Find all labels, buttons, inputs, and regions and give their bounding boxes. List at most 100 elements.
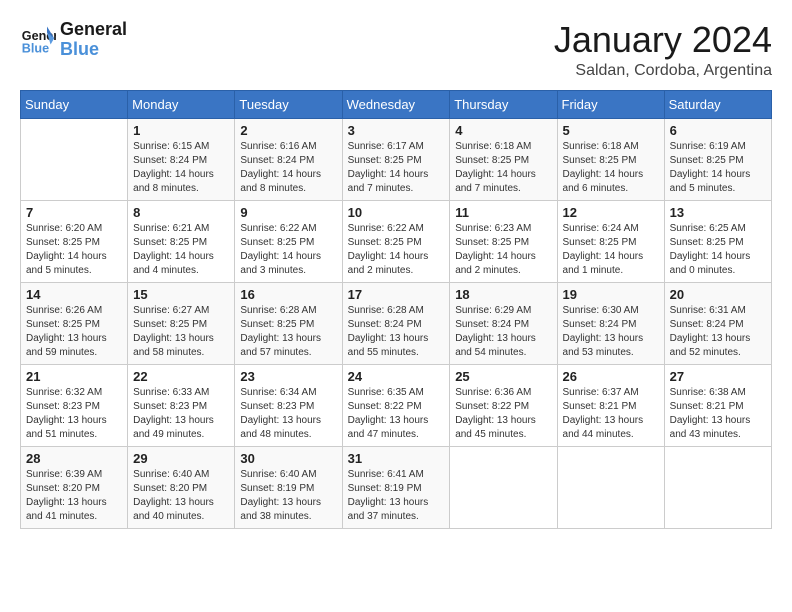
day-info: Sunrise: 6:21 AM Sunset: 8:25 PM Dayligh…	[133, 222, 229, 278]
day-info: Sunrise: 6:33 AM Sunset: 8:23 PM Dayligh…	[133, 386, 229, 442]
day-number: 31	[348, 451, 445, 466]
logo-line1: General	[60, 20, 127, 40]
day-number: 1	[133, 123, 229, 138]
day-info: Sunrise: 6:15 AM Sunset: 8:24 PM Dayligh…	[133, 140, 229, 196]
calendar-cell: 14 Sunrise: 6:26 AM Sunset: 8:25 PM Dayli…	[21, 282, 128, 364]
day-number: 3	[348, 123, 445, 138]
day-info: Sunrise: 6:40 AM Sunset: 8:20 PM Dayligh…	[133, 468, 229, 524]
day-number: 24	[348, 369, 445, 384]
location-subtitle: Saldan, Cordoba, Argentina	[554, 62, 772, 80]
day-header-saturday: Saturday	[664, 90, 771, 118]
calendar-week-3: 14 Sunrise: 6:26 AM Sunset: 8:25 PM Dayli…	[21, 282, 772, 364]
calendar-cell: 25Sunrise: 6:36 AM Sunset: 8:22 PM Dayli…	[450, 364, 557, 446]
calendar-cell: 23 Sunrise: 6:34 AM Sunset: 8:23 PM Dayli…	[235, 364, 342, 446]
calendar-cell: 10 Sunrise: 6:22 AM Sunset: 8:25 PM Dayli…	[342, 200, 450, 282]
day-number: 4	[455, 123, 551, 138]
day-info: Sunrise: 6:28 AM Sunset: 8:24 PM Dayligh…	[348, 304, 445, 360]
day-info: Sunrise: 6:39 AM Sunset: 8:20 PM Dayligh…	[26, 468, 122, 524]
calendar-cell: 8 Sunrise: 6:21 AM Sunset: 8:25 PM Daylig…	[128, 200, 235, 282]
calendar-cell: 9Sunrise: 6:22 AM Sunset: 8:25 PM Daylig…	[235, 200, 342, 282]
day-info: Sunrise: 6:24 AM Sunset: 8:25 PM Dayligh…	[563, 222, 659, 278]
day-number: 14	[26, 287, 122, 302]
day-info: Sunrise: 6:19 AM Sunset: 8:25 PM Dayligh…	[670, 140, 766, 196]
svg-text:Blue: Blue	[22, 41, 49, 55]
day-header-sunday: Sunday	[21, 90, 128, 118]
calendar-cell: 13Sunrise: 6:25 AM Sunset: 8:25 PM Dayli…	[664, 200, 771, 282]
calendar-cell: 15 Sunrise: 6:27 AM Sunset: 8:25 PM Dayli…	[128, 282, 235, 364]
day-number: 2	[240, 123, 336, 138]
day-number: 25	[455, 369, 551, 384]
day-number: 23	[240, 369, 336, 384]
calendar-cell: 26Sunrise: 6:37 AM Sunset: 8:21 PM Dayli…	[557, 364, 664, 446]
day-number: 18	[455, 287, 551, 302]
calendar-cell: 30 Sunrise: 6:40 AM Sunset: 8:19 PM Dayli…	[235, 446, 342, 528]
day-number: 30	[240, 451, 336, 466]
calendar-cell: 18Sunrise: 6:29 AM Sunset: 8:24 PM Dayli…	[450, 282, 557, 364]
title-block: January 2024 Saldan, Cordoba, Argentina	[554, 20, 772, 80]
day-info: Sunrise: 6:22 AM Sunset: 8:25 PM Dayligh…	[348, 222, 445, 278]
day-header-wednesday: Wednesday	[342, 90, 450, 118]
calendar-cell: 5 Sunrise: 6:18 AM Sunset: 8:25 PM Daylig…	[557, 118, 664, 200]
calendar-cell	[664, 446, 771, 528]
calendar-cell: 6 Sunrise: 6:19 AM Sunset: 8:25 PM Daylig…	[664, 118, 771, 200]
day-info: Sunrise: 6:31 AM Sunset: 8:24 PM Dayligh…	[670, 304, 766, 360]
calendar-week-5: 28 Sunrise: 6:39 AM Sunset: 8:20 PM Dayli…	[21, 446, 772, 528]
day-number: 11	[455, 205, 551, 220]
day-number: 8	[133, 205, 229, 220]
calendar-cell: 1 Sunrise: 6:15 AM Sunset: 8:24 PM Daylig…	[128, 118, 235, 200]
calendar-cell: 19 Sunrise: 6:30 AM Sunset: 8:24 PM Dayli…	[557, 282, 664, 364]
day-number: 21	[26, 369, 122, 384]
month-title: January 2024	[554, 20, 772, 60]
calendar-cell: 16 Sunrise: 6:28 AM Sunset: 8:25 PM Dayli…	[235, 282, 342, 364]
calendar-cell: 28 Sunrise: 6:39 AM Sunset: 8:20 PM Dayli…	[21, 446, 128, 528]
calendar-cell: 17Sunrise: 6:28 AM Sunset: 8:24 PM Dayli…	[342, 282, 450, 364]
day-info: Sunrise: 6:18 AM Sunset: 8:25 PM Dayligh…	[563, 140, 659, 196]
day-info: Sunrise: 6:20 AM Sunset: 8:25 PM Dayligh…	[26, 222, 122, 278]
day-number: 20	[670, 287, 766, 302]
calendar-cell: 24Sunrise: 6:35 AM Sunset: 8:22 PM Dayli…	[342, 364, 450, 446]
logo-line2: Blue	[60, 40, 127, 60]
day-number: 9	[240, 205, 336, 220]
day-info: Sunrise: 6:16 AM Sunset: 8:24 PM Dayligh…	[240, 140, 336, 196]
calendar-cell: 27Sunrise: 6:38 AM Sunset: 8:21 PM Dayli…	[664, 364, 771, 446]
day-info: Sunrise: 6:18 AM Sunset: 8:25 PM Dayligh…	[455, 140, 551, 196]
page-header: General Blue General Blue January 2024 S…	[20, 20, 772, 80]
day-number: 29	[133, 451, 229, 466]
day-number: 27	[670, 369, 766, 384]
day-number: 16	[240, 287, 336, 302]
day-info: Sunrise: 6:30 AM Sunset: 8:24 PM Dayligh…	[563, 304, 659, 360]
calendar-cell	[21, 118, 128, 200]
day-info: Sunrise: 6:32 AM Sunset: 8:23 PM Dayligh…	[26, 386, 122, 442]
day-header-thursday: Thursday	[450, 90, 557, 118]
calendar-cell: 12 Sunrise: 6:24 AM Sunset: 8:25 PM Dayli…	[557, 200, 664, 282]
day-number: 19	[563, 287, 659, 302]
day-info: Sunrise: 6:41 AM Sunset: 8:19 PM Dayligh…	[348, 468, 445, 524]
calendar-header: SundayMondayTuesdayWednesdayThursdayFrid…	[21, 90, 772, 118]
day-info: Sunrise: 6:37 AM Sunset: 8:21 PM Dayligh…	[563, 386, 659, 442]
day-header-tuesday: Tuesday	[235, 90, 342, 118]
day-number: 6	[670, 123, 766, 138]
day-number: 5	[563, 123, 659, 138]
day-number: 28	[26, 451, 122, 466]
calendar-cell	[557, 446, 664, 528]
calendar-week-4: 21 Sunrise: 6:32 AM Sunset: 8:23 PM Dayli…	[21, 364, 772, 446]
day-number: 7	[26, 205, 122, 220]
calendar-cell: 7 Sunrise: 6:20 AM Sunset: 8:25 PM Daylig…	[21, 200, 128, 282]
day-info: Sunrise: 6:28 AM Sunset: 8:25 PM Dayligh…	[240, 304, 336, 360]
day-number: 12	[563, 205, 659, 220]
calendar-cell: 4 Sunrise: 6:18 AM Sunset: 8:25 PM Daylig…	[450, 118, 557, 200]
day-number: 13	[670, 205, 766, 220]
calendar-cell: 21 Sunrise: 6:32 AM Sunset: 8:23 PM Dayli…	[21, 364, 128, 446]
calendar-week-2: 7 Sunrise: 6:20 AM Sunset: 8:25 PM Daylig…	[21, 200, 772, 282]
day-number: 15	[133, 287, 229, 302]
day-info: Sunrise: 6:27 AM Sunset: 8:25 PM Dayligh…	[133, 304, 229, 360]
day-number: 10	[348, 205, 445, 220]
logo: General Blue General Blue	[20, 20, 127, 60]
calendar-cell: 22Sunrise: 6:33 AM Sunset: 8:23 PM Dayli…	[128, 364, 235, 446]
day-info: Sunrise: 6:40 AM Sunset: 8:19 PM Dayligh…	[240, 468, 336, 524]
day-info: Sunrise: 6:23 AM Sunset: 8:25 PM Dayligh…	[455, 222, 551, 278]
day-header-friday: Friday	[557, 90, 664, 118]
day-info: Sunrise: 6:34 AM Sunset: 8:23 PM Dayligh…	[240, 386, 336, 442]
day-info: Sunrise: 6:26 AM Sunset: 8:25 PM Dayligh…	[26, 304, 122, 360]
calendar-cell: 31 Sunrise: 6:41 AM Sunset: 8:19 PM Dayli…	[342, 446, 450, 528]
